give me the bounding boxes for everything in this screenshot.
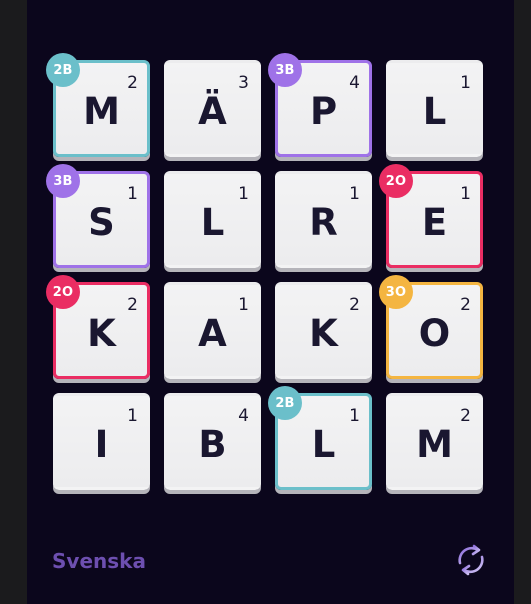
- letter-tile[interactable]: R1: [275, 171, 372, 268]
- game-panel: M 2 2B Ä 3 P 4 3B L 1 S 1 3B L 1 R 1 E 1 2O K 2 2O A 1 K 2 O 2 3O I 1 B 4…: [27, 0, 514, 604]
- tile-points: 1: [238, 184, 249, 204]
- tile-points: 1: [238, 295, 249, 315]
- tile-letter: O: [418, 312, 451, 355]
- letter-tile[interactable]: M 2 2B: [46, 53, 150, 157]
- tile-letter: R: [309, 201, 338, 244]
- letter-tile[interactable]: M2: [386, 393, 483, 490]
- tile-points: 4: [349, 73, 360, 93]
- letter-tile[interactable]: K2: [275, 282, 372, 379]
- tile-letter: B: [198, 423, 227, 466]
- tile-letter: A: [198, 312, 227, 355]
- tile-letter: L: [422, 90, 447, 133]
- shuffle-icon: [458, 544, 484, 576]
- tile-letter: K: [87, 312, 116, 355]
- tile-letter: L: [200, 201, 225, 244]
- letter-tile[interactable]: P 4 3B: [268, 53, 372, 157]
- letter-tile[interactable]: Ä3: [164, 60, 261, 157]
- shuffle-button[interactable]: [452, 541, 490, 579]
- tile-points: 2: [349, 295, 360, 315]
- tile-points: 1: [460, 184, 471, 204]
- letter-tile[interactable]: S 1 3B: [46, 164, 150, 268]
- letter-tile[interactable]: E 1 2O: [379, 164, 483, 268]
- tile-letter: E: [421, 201, 448, 244]
- tile-points: 1: [349, 184, 360, 204]
- letter-tile[interactable]: L 1 2B: [268, 386, 372, 490]
- bonus-badge: 2O: [379, 164, 413, 198]
- bonus-badge: 2B: [46, 53, 80, 87]
- tile-points: 2: [460, 406, 471, 426]
- bonus-badge: 2O: [46, 275, 80, 309]
- letter-tile[interactable]: B4: [164, 393, 261, 490]
- letter-tile[interactable]: I1: [53, 393, 150, 490]
- tile-points: 1: [460, 73, 471, 93]
- letter-tile[interactable]: L1: [164, 171, 261, 268]
- tile-letter: S: [88, 201, 115, 244]
- letter-tile[interactable]: K 2 2O: [46, 275, 150, 379]
- tile-points: 1: [127, 406, 138, 426]
- letter-tile[interactable]: L1: [386, 60, 483, 157]
- tile-letter: Ä: [198, 90, 227, 133]
- tile-letter: L: [311, 423, 336, 466]
- bonus-badge: 3O: [379, 275, 413, 309]
- tile-letter: I: [94, 423, 109, 466]
- letter-board: M 2 2B Ä 3 P 4 3B L 1 S 1 3B L 1 R 1 E 1 2O K 2 2O A 1 K 2 O 2 3O I 1 B 4…: [46, 53, 483, 490]
- tile-points: 4: [238, 406, 249, 426]
- tile-points: 1: [349, 406, 360, 426]
- tile-letter: P: [309, 90, 338, 133]
- letter-tile[interactable]: A1: [164, 282, 261, 379]
- bonus-badge: 3B: [46, 164, 80, 198]
- letter-tile[interactable]: O 2 3O: [379, 275, 483, 379]
- language-selector[interactable]: Svenska: [52, 549, 146, 573]
- tile-letter: M: [83, 90, 120, 133]
- tile-points: 2: [127, 73, 138, 93]
- bonus-badge: 2B: [268, 386, 302, 420]
- tile-letter: K: [309, 312, 338, 355]
- tile-points: 2: [460, 295, 471, 315]
- tile-points: 1: [127, 184, 138, 204]
- tile-letter: M: [416, 423, 453, 466]
- tile-points: 2: [127, 295, 138, 315]
- bonus-badge: 3B: [268, 53, 302, 87]
- tile-points: 3: [238, 73, 249, 93]
